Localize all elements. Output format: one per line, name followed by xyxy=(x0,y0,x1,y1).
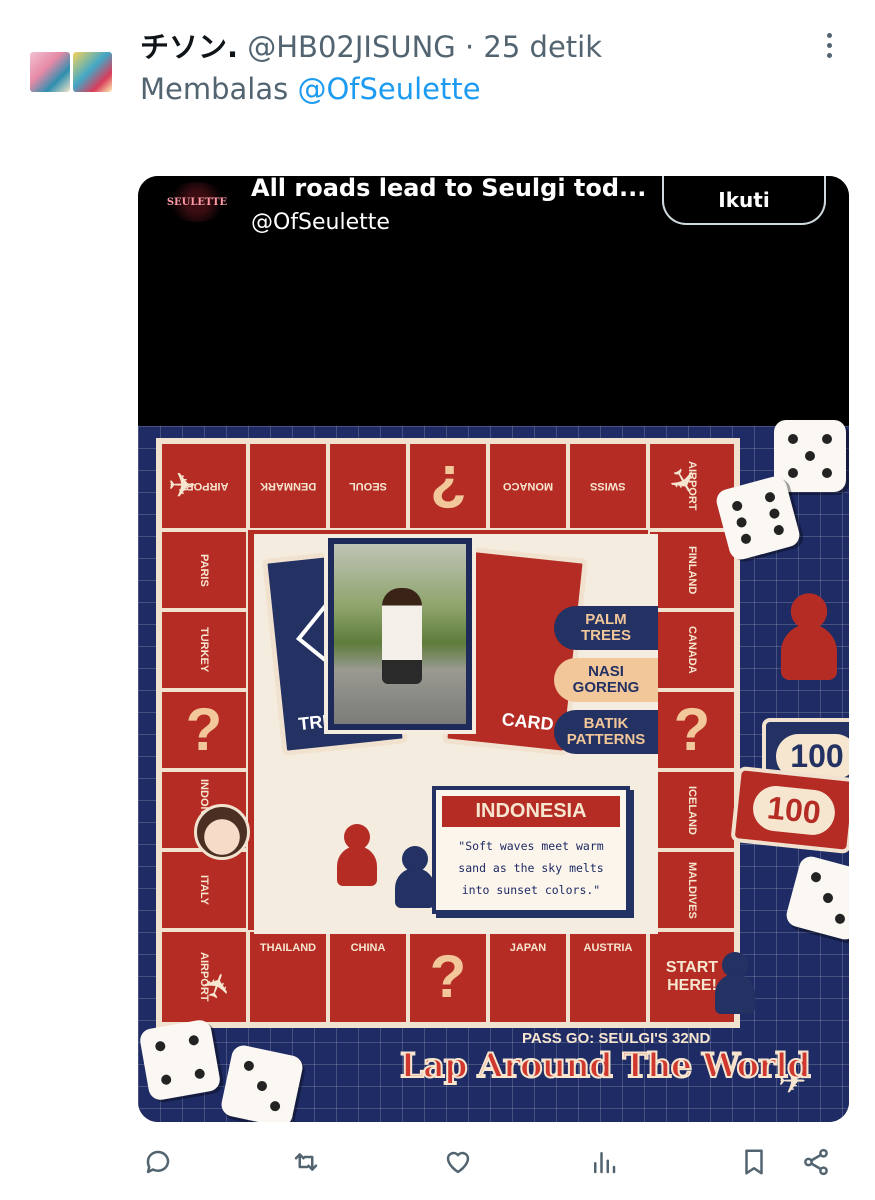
board-cell-right-2: ? xyxy=(648,690,736,770)
face-token xyxy=(194,804,250,860)
board-track: AIRPORT DENMARK SEOUL ? MONACO SWISS AIR… xyxy=(156,438,755,1028)
embedded-media[interactable]: SEULETTE All roads lead to Seulgi tod...… xyxy=(138,176,849,1122)
board-center: TRE CARD PALM TREES NASI GORENG BATIK PA… xyxy=(254,534,658,934)
board-cell-left-2: ? xyxy=(160,690,248,770)
avatar-image-1 xyxy=(30,52,70,92)
bookmark-icon[interactable] xyxy=(734,1142,774,1182)
photo-image xyxy=(334,544,466,724)
tag-2: NASI GORENG xyxy=(554,658,658,702)
board-cell-right-1: CANADA xyxy=(648,610,736,690)
board-cell-top-3: ? xyxy=(408,442,488,530)
tweet-header: チソン. @HB02JISUNG · 25 detik xyxy=(140,24,602,66)
navy-pawn-icon xyxy=(395,846,435,910)
pass-go-text: PASS GO: SEULGI'S 32ND xyxy=(522,1030,711,1047)
board-cell-left-1: TURKEY xyxy=(160,610,248,690)
reply-context: Membalas @OfSeulette xyxy=(140,72,481,106)
reply-prefix: Membalas xyxy=(140,72,298,106)
board-cell-top-2: SEOUL xyxy=(328,442,408,530)
board-cell-left-0: PARIS xyxy=(160,530,248,610)
retweet-icon[interactable] xyxy=(286,1142,326,1182)
dice-icon xyxy=(138,1018,222,1102)
reply-icon[interactable] xyxy=(138,1142,178,1182)
big-red-pawn-icon xyxy=(781,593,837,683)
embed-avatar[interactable]: SEULETTE xyxy=(166,182,228,222)
card-right-label: CARD xyxy=(500,709,555,735)
board-cell-bottom-4: JAPAN xyxy=(488,930,568,1024)
board-cell-top-4: MONACO xyxy=(488,442,568,530)
dice-icon xyxy=(219,1043,305,1122)
board-game-image: AIRPORT DENMARK SEOUL ? MONACO SWISS AIR… xyxy=(138,420,849,1122)
tweet-time[interactable]: 25 detik xyxy=(483,30,602,64)
board-cell-top-1: DENMARK xyxy=(248,442,328,530)
like-icon[interactable] xyxy=(438,1142,478,1182)
board-cell-bottom-3: ? xyxy=(408,930,488,1024)
money-note: 100 xyxy=(730,765,849,855)
board-cell-top-5: SWISS xyxy=(568,442,648,530)
avatar-image-2 xyxy=(72,52,112,92)
author-handle[interactable]: @HB02JISUNG xyxy=(247,30,456,64)
follow-button[interactable]: Ikuti xyxy=(662,176,826,225)
board-cell-right-3: ICELAND xyxy=(648,770,736,850)
board-cell-bottom-5: AUSTRIA xyxy=(568,930,648,1024)
red-pawn-icon xyxy=(337,824,377,888)
more-options-icon[interactable] xyxy=(814,30,844,60)
navy-pawn-start-icon xyxy=(715,952,755,1016)
avatar[interactable] xyxy=(30,52,112,92)
tweet-actions xyxy=(138,1142,838,1186)
author-name[interactable]: チソン. xyxy=(140,30,238,64)
airplane-icon: ✈ xyxy=(168,466,197,506)
info-text: "Soft waves meet warm sand as the sky me… xyxy=(458,839,604,897)
info-title: INDONESIA xyxy=(442,796,620,827)
header-separator: · xyxy=(455,30,484,64)
share-icon[interactable] xyxy=(796,1142,836,1182)
dice-icon xyxy=(783,853,849,943)
photo-card xyxy=(324,534,476,734)
tag-1: PALM TREES xyxy=(554,606,658,650)
board-cell-right-0: FINLAND xyxy=(648,530,736,610)
board-cell-bottom-1: THAILAND xyxy=(248,930,328,1024)
board-cell-bottom-2: CHINA xyxy=(328,930,408,1024)
tag-3: BATIK PATTERNS xyxy=(554,710,658,754)
board-cell-left-4: ITALY xyxy=(160,850,248,930)
embed-title[interactable]: All roads lead to Seulgi tod... xyxy=(251,176,646,202)
views-icon[interactable] xyxy=(584,1142,624,1182)
embed-header: SEULETTE All roads lead to Seulgi tod...… xyxy=(138,176,849,426)
logo-title: Lap Around The World xyxy=(399,1045,812,1087)
board-cell-right-4: MALDIVES xyxy=(648,850,736,930)
info-card: INDONESIA "Soft waves meet warm sand as … xyxy=(432,786,630,914)
reply-mention[interactable]: @OfSeulette xyxy=(297,72,480,106)
tweet: チソン. @HB02JISUNG · 25 detik Membalas @Of… xyxy=(0,0,875,1200)
embed-handle[interactable]: @OfSeulette xyxy=(251,210,390,235)
